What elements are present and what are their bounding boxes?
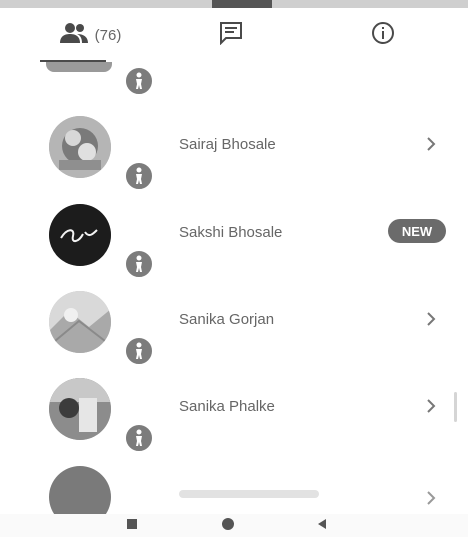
avatar	[49, 466, 111, 514]
chat-icon	[218, 21, 244, 50]
avatar	[49, 204, 111, 266]
list-item-participant[interactable]: Sanika Phalke	[0, 366, 468, 453]
android-nav-bar	[0, 514, 468, 537]
list-item-partial[interactable]	[0, 62, 468, 102]
list-item-participant[interactable]: Sanika Gorjan	[0, 279, 468, 366]
guest-status-icon	[124, 423, 154, 453]
participant-name: Sanika Phalke	[179, 398, 275, 415]
list-item-participant[interactable]: Sakshi Bhosale NEW	[0, 192, 468, 279]
chevron-right-icon[interactable]	[424, 134, 438, 154]
avatar	[49, 378, 111, 440]
participants-list[interactable]: Sairaj Bhosale Sakshi Bhosale NEW Sanika…	[0, 62, 468, 514]
new-badge: NEW	[388, 219, 446, 243]
guest-status-icon	[124, 66, 154, 96]
participant-name: Sakshi Bhosale	[179, 224, 283, 241]
tab-chat[interactable]	[204, 18, 258, 52]
list-item-participant[interactable]: Sairaj Bhosale	[0, 104, 468, 191]
top-image-strip	[0, 0, 468, 8]
tab-participants[interactable]: (76)	[40, 18, 140, 52]
people-icon	[59, 22, 89, 49]
avatar	[49, 116, 111, 178]
recents-button[interactable]	[120, 517, 144, 535]
chevron-right-icon[interactable]	[424, 488, 438, 508]
avatar	[49, 291, 111, 353]
back-triangle-icon	[316, 517, 328, 535]
scrollbar[interactable]	[454, 392, 457, 422]
participant-name: Sanika Gorjan	[179, 311, 275, 328]
chevron-right-icon[interactable]	[424, 309, 438, 329]
participant-name: Sairaj Bhosale	[179, 136, 276, 153]
square-icon	[126, 517, 138, 535]
tab-info[interactable]	[356, 18, 410, 52]
guest-status-icon	[124, 161, 154, 191]
home-button[interactable]	[216, 517, 240, 535]
back-button[interactable]	[310, 517, 334, 535]
tab-bar: (76)	[0, 8, 468, 62]
participant-name-cut	[179, 490, 319, 498]
list-item-partial[interactable]	[0, 464, 468, 514]
chevron-right-icon[interactable]	[424, 396, 438, 416]
info-icon	[371, 21, 395, 50]
guest-status-icon	[124, 249, 154, 279]
avatar	[46, 62, 112, 72]
guest-status-icon	[124, 336, 154, 366]
participants-count: (76)	[94, 26, 122, 44]
circle-icon	[221, 517, 235, 536]
